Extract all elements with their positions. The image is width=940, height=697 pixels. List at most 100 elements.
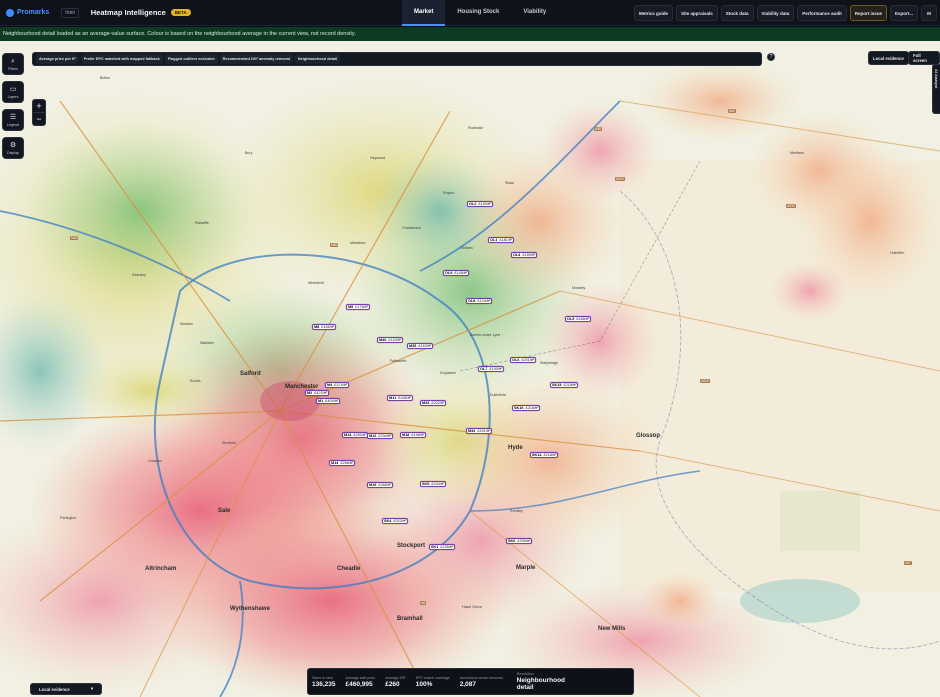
chip-anomaly-removal[interactable]: Recommended £/ft² anomaly removal: [219, 54, 293, 64]
export-button[interactable]: Export...: [889, 5, 918, 21]
stat-label: Average sale price: [345, 675, 376, 680]
stock-data-button[interactable]: Stock data: [720, 5, 754, 21]
zoom-in-button[interactable]: +: [33, 100, 45, 113]
stat-value: 2,087: [459, 680, 476, 688]
layers-button[interactable]: ▭ Layers: [2, 81, 24, 103]
place-label: Hazel Grove: [462, 605, 482, 609]
avatar[interactable]: M: [921, 5, 937, 21]
local-evidence-label: Local evidence: [39, 686, 70, 692]
place-label: Mossley: [572, 286, 586, 290]
place-label: Stockport: [397, 543, 426, 549]
place-label: New Mills: [598, 626, 626, 632]
price-marker[interactable]: M9 £178/ft²: [346, 304, 371, 310]
place-label: Marple: [516, 565, 536, 571]
price-marker[interactable]: OL7 £190/ft²: [478, 366, 505, 372]
place-label: Chadderton: [402, 226, 421, 230]
report-issue-button[interactable]: Report issue: [849, 5, 887, 21]
stat-value: Neighbourhood detail: [516, 677, 566, 691]
place-label: Glossop: [636, 433, 661, 439]
price-marker[interactable]: M8 £165/ft²: [312, 324, 337, 330]
place-label: Stalybridge: [540, 361, 558, 365]
place-label: Kearsley: [132, 273, 146, 277]
price-marker[interactable]: SK5 £234/ft²: [420, 481, 447, 487]
zoom-control: + −: [32, 99, 46, 126]
site-appraisals-button[interactable]: Site appraisals: [675, 5, 718, 21]
ai-analyst-tab[interactable]: AI Analyst: [932, 64, 940, 114]
filters-button[interactable]: ⌕ Filters: [2, 53, 24, 75]
place-label: Altrincham: [145, 566, 177, 572]
heatmap-map[interactable]: Bolton Bury Radcliffe Heywood Rochdale M…: [0, 41, 940, 697]
price-marker[interactable]: M40 £153/ft²: [377, 337, 404, 343]
brand[interactable]: Promarks Intel: [6, 7, 79, 18]
price-marker[interactable]: M14 £256/ft²: [329, 460, 356, 466]
price-marker[interactable]: M18 £198/ft²: [400, 432, 427, 438]
top-actions: Metrics guide Site appraisals Stock data…: [633, 5, 937, 21]
price-marker[interactable]: M11 £198/ft²: [387, 395, 414, 401]
place-label: Royton: [443, 191, 455, 195]
place-label: Oldham: [460, 246, 473, 250]
place-label: Radcliffe: [195, 221, 209, 225]
place-label: Eccles: [190, 379, 201, 383]
price-marker[interactable]: OL4 £189/ft²: [511, 252, 538, 258]
price-marker[interactable]: SK1 £235/ft²: [429, 544, 456, 550]
layers-label: Layers: [7, 94, 19, 99]
zoom-out-button[interactable]: −: [33, 113, 45, 126]
place-label: Droylsden: [440, 371, 457, 375]
price-marker[interactable]: OL8 £124/ft²: [466, 298, 493, 304]
ai-analyst-label: AI Analyst: [934, 69, 939, 89]
top-bar: Promarks Intel Heatmap Intelligence BETA…: [0, 0, 940, 26]
tab-viability[interactable]: Viability: [511, 0, 558, 26]
price-marker[interactable]: OL1 £181/ft²: [488, 237, 515, 243]
chip-epc-matching[interactable]: Prefer EPC matched with mapped fallback: [80, 54, 163, 64]
active-filters-bar: Average price per ft² Prefer EPC matched…: [32, 52, 762, 66]
stat-label: Anomalous areas removed: [459, 675, 503, 680]
help-icon[interactable]: ?: [767, 53, 775, 61]
price-marker[interactable]: M1 £409/ft²: [316, 398, 341, 404]
chip-resolution[interactable]: Neighbourhood detail: [294, 54, 341, 64]
price-marker[interactable]: M34 £201/ft²: [466, 428, 493, 434]
viability-data-button[interactable]: Viability data: [756, 5, 795, 21]
chip-outliers[interactable]: Flagged outliers excluded: [164, 54, 218, 64]
price-marker[interactable]: SK15 £218/ft²: [550, 382, 579, 388]
local-evidence-button[interactable]: Local evidence: [868, 51, 909, 65]
stat-value: £260: [385, 680, 400, 688]
brand-name: Promarks: [17, 9, 50, 16]
price-marker[interactable]: OL2 £190/ft²: [467, 201, 494, 207]
place-label: Middleton: [350, 241, 366, 245]
display-button[interactable]: ⚙ Display: [2, 137, 24, 159]
price-marker[interactable]: SK6 £255/ft²: [506, 538, 533, 544]
price-marker[interactable]: M13 £250/ft²: [342, 432, 369, 438]
price-marker[interactable]: OL9 £145/ft²: [443, 270, 470, 276]
road-shield: M62: [70, 236, 79, 240]
price-marker[interactable]: OL5 £185/ft²: [565, 316, 592, 322]
road-shield: A58: [594, 127, 602, 131]
full-screen-button[interactable]: Full screen: [908, 51, 940, 65]
stat-label: Sales in view: [312, 675, 333, 680]
price-marker[interactable]: SK16 £218/ft²: [512, 405, 541, 411]
gear-icon: ⚙: [9, 141, 17, 149]
summary-stats-panel: Sales in view 136,235 Average sale price…: [307, 668, 634, 695]
price-marker[interactable]: M43 £202/ft²: [420, 400, 447, 406]
price-marker[interactable]: M19 £266/ft²: [367, 482, 394, 488]
chip-metric[interactable]: Average price per ft²: [36, 54, 79, 64]
price-marker[interactable]: M2 £423/ft²: [305, 390, 330, 396]
stat-anomalous-removed: Anomalous areas removed 2,087: [460, 676, 503, 688]
tab-housing-stock[interactable]: Housing Stock: [445, 0, 511, 26]
performance-audit-button[interactable]: Performance audit: [797, 5, 847, 21]
metrics-guide-button[interactable]: Metrics guide: [633, 5, 673, 21]
price-marker[interactable]: SK14 £218/ft²: [530, 452, 559, 458]
road-shield: A628: [700, 379, 710, 383]
tab-market[interactable]: Market: [402, 0, 446, 26]
price-marker[interactable]: M4 £374/ft²: [325, 382, 350, 388]
legend-button[interactable]: ☰ Legend: [2, 109, 24, 131]
price-marker[interactable]: M35 £163/ft²: [407, 343, 434, 349]
legend-icon: ☰: [9, 113, 17, 121]
price-marker[interactable]: OL6 £201/ft²: [510, 357, 537, 363]
place-label: Heywood: [370, 156, 385, 160]
price-marker[interactable]: SK4 £323/ft²: [382, 518, 409, 524]
main-tabs: Market Housing Stock Viability: [402, 0, 558, 26]
beta-badge: BETA: [170, 9, 191, 16]
price-marker[interactable]: M12 £234/ft²: [367, 433, 394, 439]
place-label: Bury: [245, 151, 253, 155]
local-evidence-dropdown[interactable]: Local evidence ▾: [30, 683, 102, 695]
